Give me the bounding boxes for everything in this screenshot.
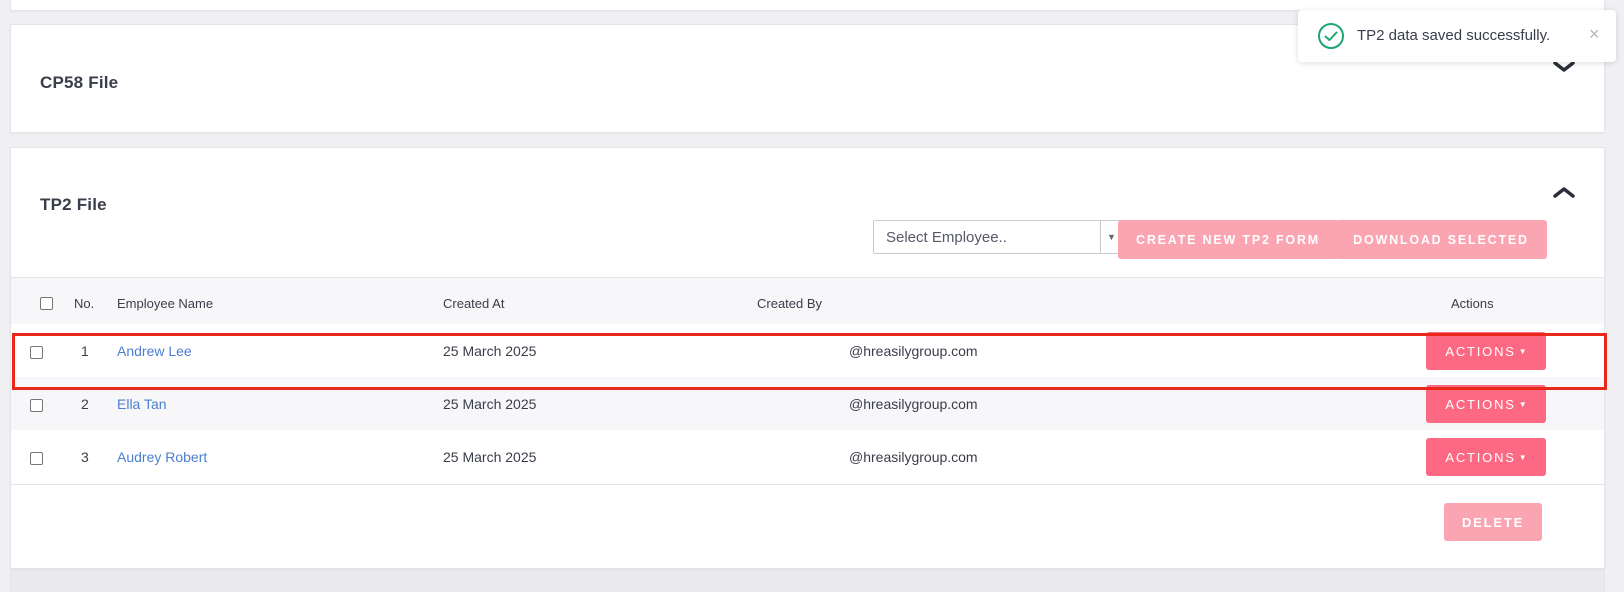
caret-down-icon: ▼ xyxy=(1518,399,1527,409)
delete-button[interactable]: DELETE xyxy=(1444,503,1542,541)
table-row: 2 Ella Tan 25 March 2025 @hreasilygroup.… xyxy=(11,377,1604,430)
column-header-created-by: Created By xyxy=(757,296,823,311)
row-checkbox[interactable] xyxy=(30,452,43,465)
row-number: 3 xyxy=(81,449,89,465)
actions-dropdown-button[interactable]: ACTIONS ▼ xyxy=(1426,385,1546,423)
row-checkbox[interactable] xyxy=(30,346,43,359)
column-header-employee-name: Employee Name xyxy=(117,296,214,311)
actions-button-label: ACTIONS xyxy=(1445,396,1516,412)
created-by-cell: @hreasilygroup.com xyxy=(849,449,978,465)
success-toast: TP2 data saved successfully. × xyxy=(1298,10,1616,62)
employee-name-link[interactable]: Audrey Robert xyxy=(117,449,207,465)
page-footer-area xyxy=(10,569,1605,592)
check-circle-icon xyxy=(1318,23,1344,49)
caret-down-icon: ▼ xyxy=(1107,232,1116,242)
chevron-up-icon[interactable] xyxy=(1552,185,1576,199)
created-by-cell: @hreasilygroup.com xyxy=(849,396,978,412)
employee-name-link[interactable]: Andrew Lee xyxy=(117,343,192,359)
actions-button-label: ACTIONS xyxy=(1445,449,1516,465)
tp2-section-title: TP2 File xyxy=(40,195,107,214)
column-header-actions: Actions xyxy=(1451,296,1494,311)
actions-dropdown-button[interactable]: ACTIONS ▼ xyxy=(1426,332,1546,370)
created-at-cell: 25 March 2025 xyxy=(443,343,537,359)
created-at-cell: 25 March 2025 xyxy=(443,396,537,412)
employee-select[interactable]: Select Employee.. ▼ xyxy=(873,220,1123,254)
created-by-cell: @hreasilygroup.com xyxy=(849,343,978,359)
download-selected-button[interactable]: DOWNLOAD SELECTED xyxy=(1335,220,1547,259)
chevron-down-icon[interactable] xyxy=(1552,60,1576,74)
table-row: 1 Andrew Lee 25 March 2025 @hreasilygrou… xyxy=(11,324,1604,377)
actions-button-label: ACTIONS xyxy=(1445,343,1516,359)
table-divider xyxy=(11,484,1604,485)
row-number: 2 xyxy=(81,396,89,412)
actions-dropdown-button[interactable]: ACTIONS ▼ xyxy=(1426,438,1546,476)
caret-down-icon: ▼ xyxy=(1518,346,1527,356)
table-header: No. Employee Name Created At Created By … xyxy=(11,277,1604,325)
column-header-created-at: Created At xyxy=(443,296,505,311)
caret-down-icon: ▼ xyxy=(1518,452,1527,462)
tp2-section: TP2 File Select Employee.. ▼ CREATE NEW … xyxy=(10,147,1605,569)
row-checkbox[interactable] xyxy=(30,399,43,412)
close-icon[interactable]: × xyxy=(1589,25,1600,43)
table-row: 3 Audrey Robert 25 March 2025 @hreasilyg… xyxy=(11,430,1604,484)
row-number: 1 xyxy=(81,343,89,359)
toast-message: TP2 data saved successfully. xyxy=(1357,27,1551,44)
select-all-checkbox[interactable] xyxy=(40,297,53,310)
cp58-section-title: CP58 File xyxy=(40,73,119,92)
created-at-cell: 25 March 2025 xyxy=(443,449,537,465)
create-new-tp2-form-button[interactable]: CREATE NEW TP2 FORM xyxy=(1118,220,1338,259)
employee-select-placeholder: Select Employee.. xyxy=(886,229,1007,246)
column-header-no: No. xyxy=(74,296,95,311)
employee-name-link[interactable]: Ella Tan xyxy=(117,396,167,412)
